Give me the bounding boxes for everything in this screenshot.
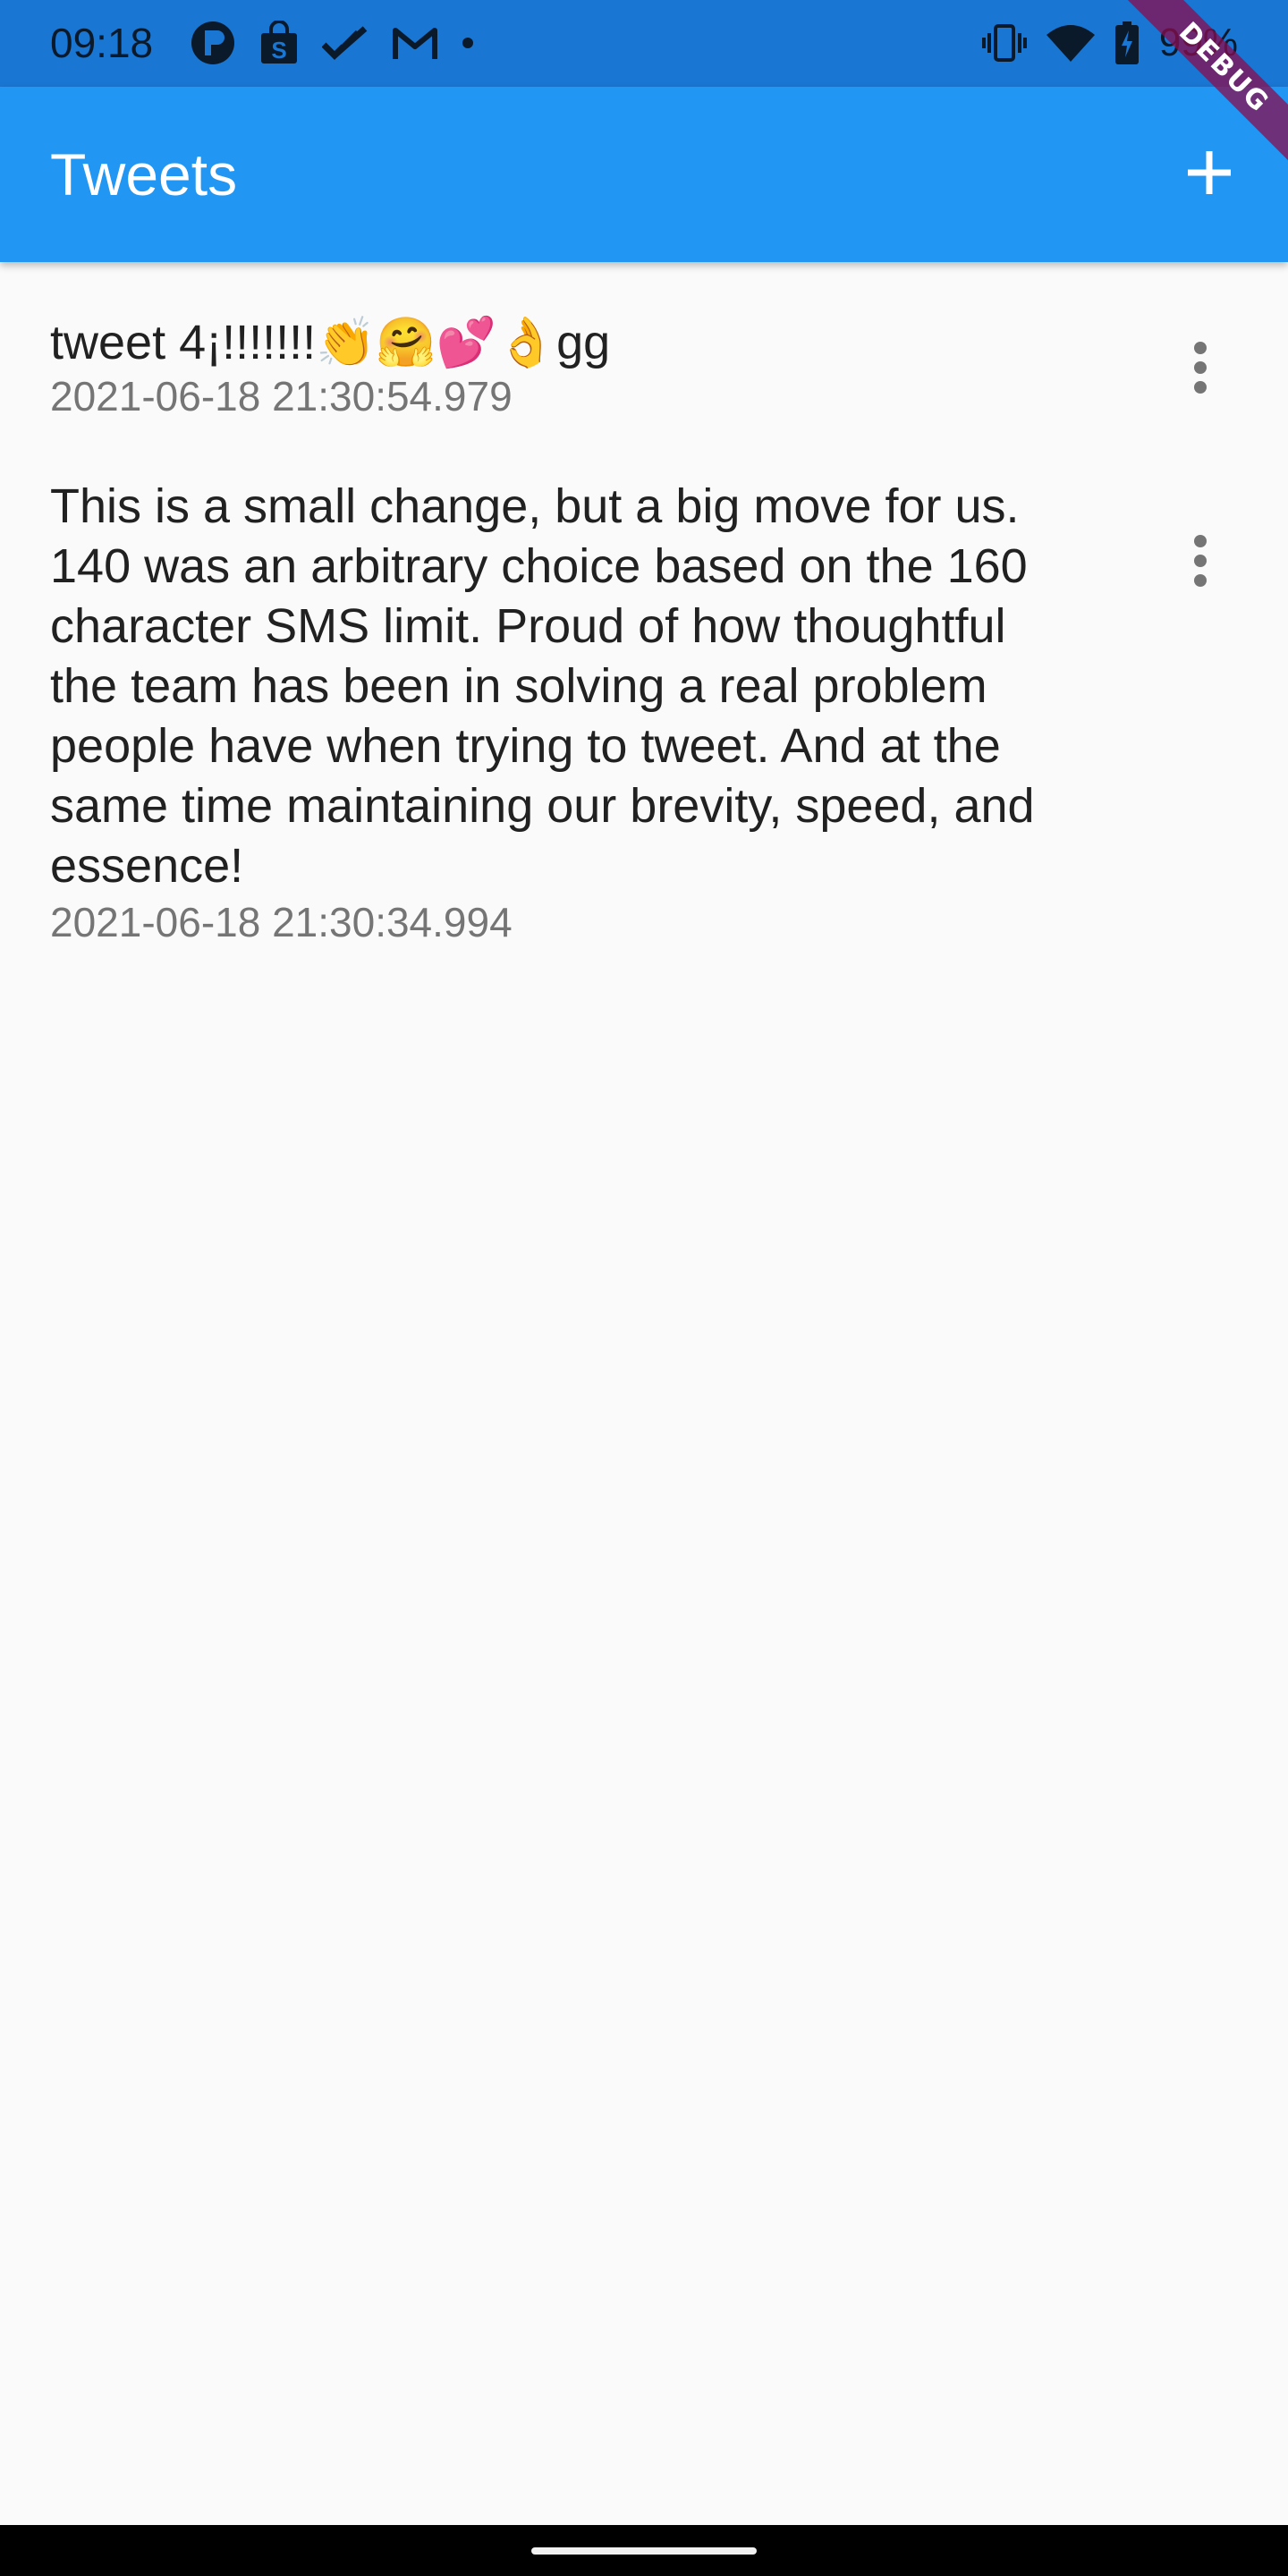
home-gesture-handle[interactable] — [531, 2547, 757, 2555]
hugging-face-emoji: 🤗 — [376, 314, 436, 370]
status-bar: 09:18 S 99% — [0, 0, 1288, 87]
battery-percentage: 99% — [1158, 21, 1238, 64]
page-title: Tweets — [50, 141, 238, 208]
more-vert-icon — [1193, 534, 1208, 592]
tweet-timestamp: 2021-06-18 21:30:54.979 — [50, 373, 513, 419]
gmail-icon — [392, 25, 438, 61]
two-hearts-emoji: 💕 — [436, 314, 496, 370]
tweet-list: tweet 4¡!!!!!!!👏🤗💕👌gg 2021-06-18 21:30:5… — [0, 262, 1288, 948]
clapping-hands-emoji: 👏 — [316, 314, 377, 370]
status-time: 09:18 — [50, 20, 154, 66]
tweet-menu-button[interactable] — [1156, 325, 1245, 414]
tweet-text-suffix: gg — [556, 316, 611, 369]
vibrate-icon — [981, 22, 1027, 64]
tweet-item[interactable]: tweet 4¡!!!!!!!👏🤗💕👌gg 2021-06-18 21:30:5… — [0, 262, 1288, 477]
svg-text:S: S — [271, 37, 286, 64]
ok-hand-emoji: 👌 — [496, 314, 557, 370]
account-circle-icon — [190, 20, 236, 66]
wifi-icon — [1046, 24, 1095, 62]
notification-dot-icon — [462, 37, 474, 49]
system-navigation-bar — [0, 2525, 1288, 2576]
battery-charging-icon — [1114, 21, 1140, 64]
double-check-icon — [322, 25, 369, 61]
tweet-text-prefix: tweet 4¡!!!!!!! — [50, 316, 317, 369]
status-system-icons: 99% — [981, 20, 1238, 66]
tweet-item[interactable]: This is a small change, but a big move f… — [0, 477, 1288, 948]
tweet-menu-button[interactable] — [1156, 518, 1245, 607]
add-icon — [1184, 148, 1234, 202]
app-bar: Tweets — [0, 87, 1288, 262]
tweet-text: tweet 4¡!!!!!!!👏🤗💕👌gg — [50, 315, 1064, 370]
more-vert-icon — [1193, 341, 1208, 399]
tweet-text: This is a small change, but a big move f… — [50, 479, 1035, 893]
shopping-bag-icon: S — [259, 21, 299, 65]
tweet-timestamp: 2021-06-18 21:30:34.994 — [50, 899, 513, 945]
status-notification-icons: S — [190, 20, 474, 66]
add-tweet-button[interactable] — [1166, 131, 1252, 217]
